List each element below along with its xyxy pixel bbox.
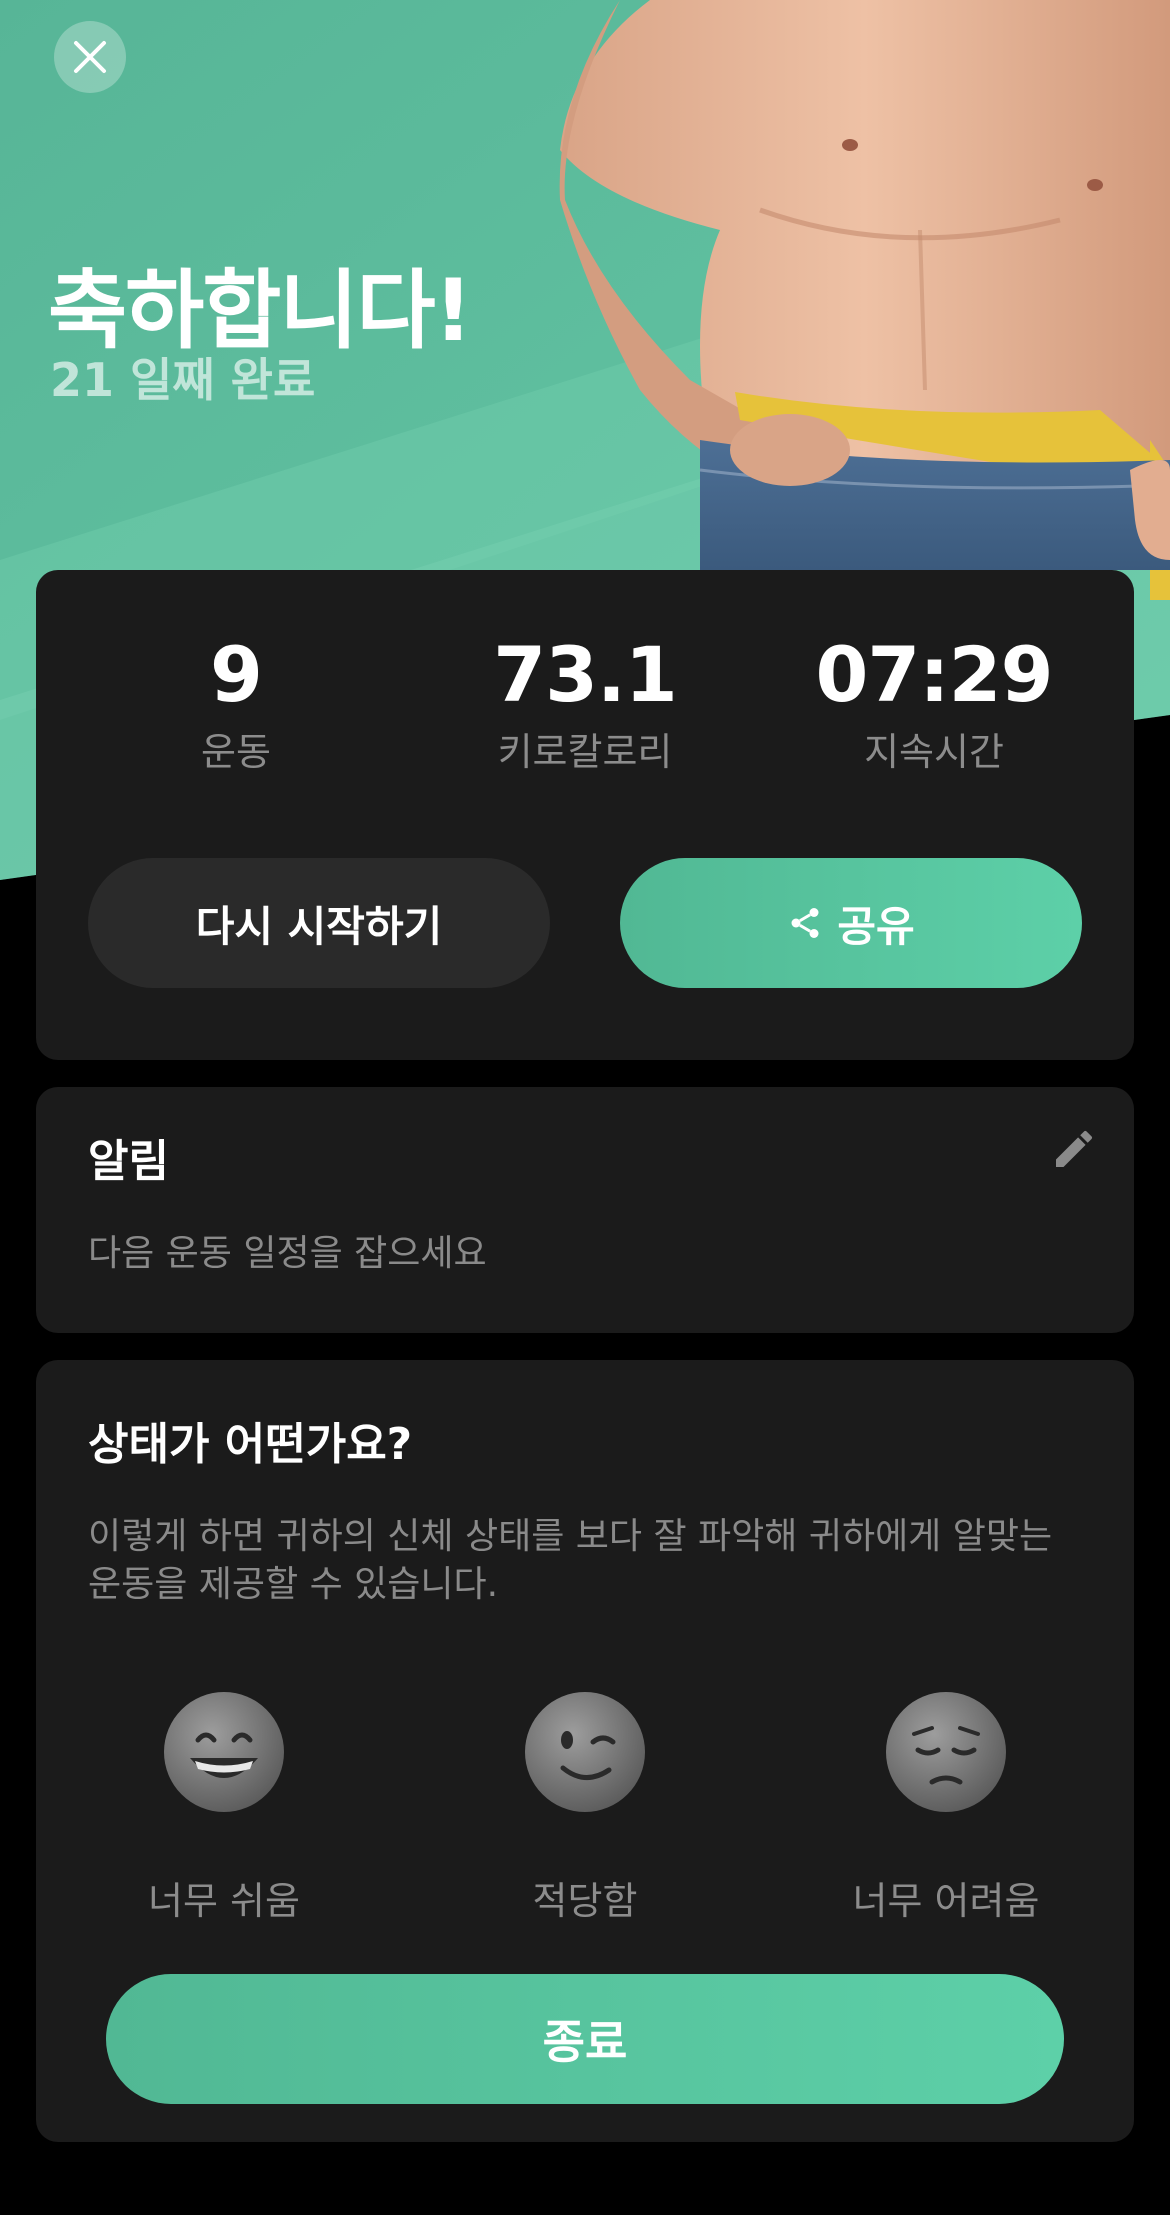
difficulty-feedback-card: 상태가 어떤가요? 이렇게 하면 귀하의 신체 상태를 보다 잘 파악해 귀하에… [36,1360,1134,2142]
feedback-option-label: 적당함 [532,1879,638,1923]
stat-value: 73.1 [493,630,678,719]
reminder-text: 다음 운동 일정을 잡으세요 [88,1233,487,1274]
share-icon [791,908,819,938]
reminder-title: 알림 [88,1136,169,1187]
pencil-icon[interactable] [1050,1125,1098,1173]
reminder-card[interactable]: 알림 다음 운동 일정을 잡으세요 [36,1087,1134,1333]
close-button[interactable] [54,21,126,93]
feedback-option-label: 너무 쉬움 [148,1879,300,1923]
feedback-description: 이렇게 하면 귀하의 신체 상태를 보다 잘 파악해 귀하에게 알맞는 운동을 … [88,1513,1052,1609]
finish-button-label: 종료 [542,2015,628,2069]
stat-exercises: 9 운동 [66,630,406,776]
stat-label: 지속시간 [864,730,1004,774]
stat-label: 운동 [201,730,271,774]
feedback-option-too-hard[interactable]: 너무 어려움 [796,1690,1096,1925]
share-button[interactable]: 공유 [620,858,1082,988]
feedback-option-just-right[interactable]: 적당함 [435,1690,735,1925]
feedback-option-too-easy[interactable]: 너무 쉬움 [74,1690,374,1925]
stat-value: 07:29 [815,630,1054,719]
stat-calories: 73.1 키로칼로리 [415,630,755,776]
close-icon [74,41,106,73]
pensive-face-icon [886,1692,1006,1812]
stat-value: 9 [210,630,263,719]
stat-label: 키로칼로리 [497,730,673,774]
feedback-description-line: 이렇게 하면 귀하의 신체 상태를 보다 잘 파악해 귀하에게 알맞는 [88,1516,1053,1557]
day-completed-subtitle: 21 일째 완료 [50,353,316,407]
feedback-title: 상태가 어떤가요? [88,1419,413,1470]
workout-summary-card: 9 운동 73.1 키로칼로리 07:29 지속시간 다시 시작하기 공유 [36,570,1134,1060]
stat-duration: 07:29 지속시간 [764,630,1104,776]
feedback-description-line: 운동을 제공할 수 있습니다. [88,1564,499,1605]
restart-button[interactable]: 다시 시작하기 [88,858,550,988]
share-button-label: 공유 [837,901,915,951]
grinning-face-icon [164,1692,284,1812]
winking-face-icon [525,1692,645,1812]
feedback-option-label: 너무 어려움 [852,1879,1040,1923]
finish-button[interactable]: 종료 [106,1974,1064,2104]
restart-button-label: 다시 시작하기 [195,901,443,951]
